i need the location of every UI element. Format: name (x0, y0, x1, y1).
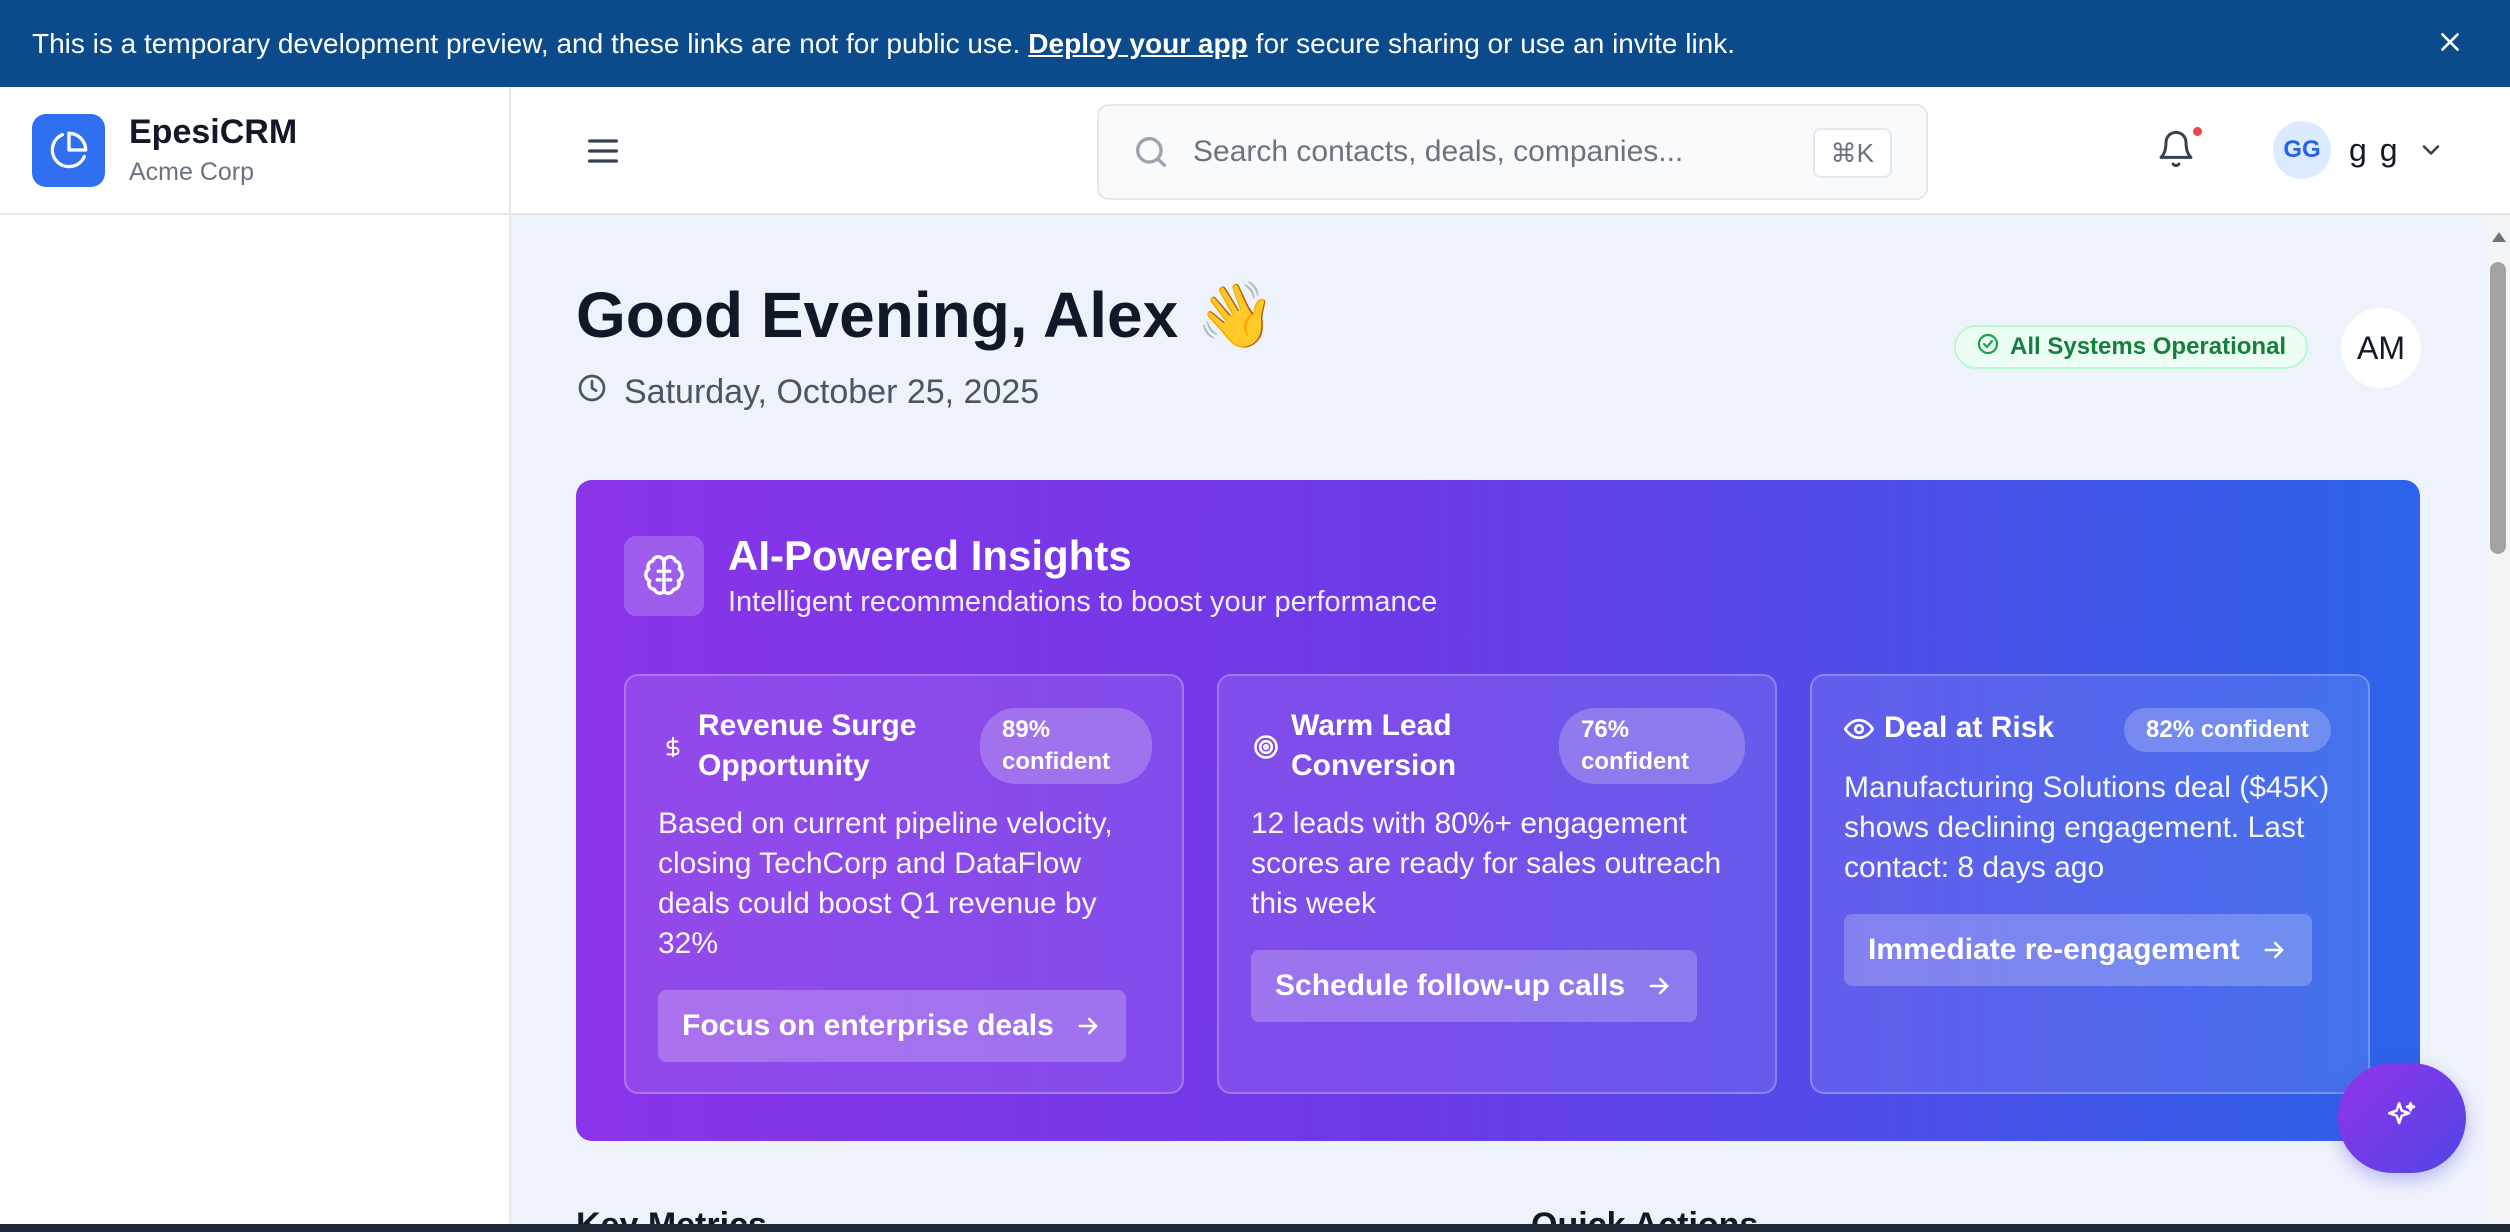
arrow-right-icon (2264, 941, 2284, 959)
brand-org: Acme Corp (129, 158, 255, 186)
brain-icon (624, 536, 704, 616)
page-title: Good Evening, Alex 👋 (576, 279, 1276, 351)
status-badge: All Systems Operational (1954, 325, 2309, 369)
dev-preview-banner: This is a temporary development preview,… (0, 0, 2510, 87)
insight-card: Warm Lead Conversion 76% confident 12 le… (1217, 674, 1777, 1094)
banner-text: This is a temporary development preview,… (32, 27, 1021, 59)
focus-enterprise-deals-button[interactable]: Focus on enterprise deals (658, 990, 1126, 1062)
confidence-badge: 76% confident (1559, 708, 1745, 784)
avatar[interactable]: AM (2341, 308, 2421, 388)
insight-title: Deal at Risk (1884, 711, 2055, 744)
banner-text-after: for secure sharing or use an invite link… (1255, 27, 1736, 59)
insight-card: Revenue Surge Opportunity 89% confident … (624, 674, 1184, 1094)
immediate-re-engagement-button[interactable]: Immediate re-engagement (1844, 914, 2312, 986)
eye-icon (1844, 714, 1874, 744)
action-label: Focus on enterprise deals (682, 1009, 1054, 1042)
arrow-right-icon (1078, 1017, 1098, 1035)
search-input[interactable] (1193, 135, 1793, 169)
confidence-badge: 82% confident (2124, 708, 2331, 752)
insight-description: 12 leads with 80%+ engagement scores are… (1251, 807, 1722, 920)
clock-icon (576, 372, 624, 413)
action-label: Schedule follow-up calls (1275, 969, 1626, 1002)
current-date: Saturday, October 25, 2025 (624, 373, 1040, 411)
date-row: Saturday, October 25, 2025 (576, 372, 1039, 413)
insight-title: Revenue Surge Opportunity (698, 709, 917, 782)
confidence-badge: 89% confident (980, 708, 1152, 784)
search-bar[interactable]: ⌘K (1097, 104, 1928, 200)
user-menu[interactable]: GG g g (2273, 121, 2445, 179)
status-text: All Systems Operational (2010, 333, 2287, 360)
scroll-thumb[interactable] (2490, 262, 2506, 554)
window-bottom-edge (0, 1224, 2510, 1232)
pie-chart-icon (32, 113, 105, 187)
scrollbar[interactable] (2486, 216, 2510, 1224)
notification-dot (2193, 127, 2202, 136)
ai-insights-panel: AI-Powered Insights Intelligent recommen… (576, 480, 2420, 1141)
ai-assistant-button[interactable] (2338, 1063, 2466, 1173)
scroll-up-arrow[interactable] (2492, 232, 2506, 242)
insight-title: Warm Lead Conversion (1291, 709, 1457, 782)
check-circle-icon (1976, 332, 2010, 363)
schedule-follow-up-button[interactable]: Schedule follow-up calls (1251, 950, 1698, 1022)
insight-card: Deal at Risk 82% confident Manufacturing… (1810, 674, 2370, 1094)
hamburger-icon[interactable] (583, 131, 623, 171)
ai-insights-subtitle: Intelligent recommendations to boost you… (728, 586, 1438, 618)
bell-icon[interactable] (2156, 127, 2202, 175)
shortcut-hint: ⌘K (1812, 128, 1892, 178)
arrow-right-icon (1649, 977, 1669, 995)
brand[interactable]: EpesiCRM Acme Corp (0, 87, 509, 215)
deploy-app-link[interactable]: Deploy your app (1028, 28, 1247, 60)
search-icon (1131, 132, 1171, 172)
target-icon (1251, 732, 1281, 762)
sidebar: EpesiCRM Acme Corp (0, 87, 511, 1224)
top-header: ⌘K GG g g (511, 87, 2510, 215)
insight-description: Based on current pipeline velocity, clos… (658, 807, 1113, 960)
ai-insights-title: AI-Powered Insights (728, 532, 1132, 579)
close-icon[interactable] (2430, 22, 2470, 62)
dollar-icon (658, 732, 688, 762)
main-content: Good Evening, Alex 👋 Saturday, October 2… (513, 216, 2486, 1224)
user-name: g g (2349, 131, 2400, 168)
action-label: Immediate re-engagement (1868, 933, 2240, 966)
section-heading-quick-actions: Quick Actions (1531, 1206, 1758, 1224)
insight-description: Manufacturing Solutions deal ($45K) show… (1844, 771, 2330, 884)
chevron-down-icon (2417, 136, 2445, 164)
sparkles-icon (2385, 1099, 2419, 1138)
brand-name: EpesiCRM (129, 113, 298, 151)
section-heading-key-metrics: Key Metrics (576, 1206, 767, 1224)
avatar: GG (2273, 121, 2331, 179)
